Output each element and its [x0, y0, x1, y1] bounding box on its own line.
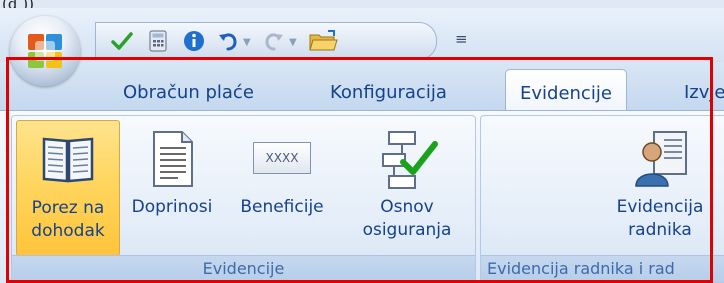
title-bar: ▼ ▼ ≡ — [0, 8, 724, 62]
book-icon — [42, 137, 94, 183]
undo-icon[interactable] — [216, 29, 240, 53]
tab-izvjestaji[interactable]: Izvje — [684, 82, 724, 103]
office-button[interactable] — [10, 16, 80, 86]
xxxx-icon: XXXX — [253, 142, 311, 174]
ribbon-panel: Porez na dohodak Doprinosi XXXX Benefici… — [0, 110, 724, 283]
osnov-osiguranja-button[interactable]: Osnov osiguranja — [346, 120, 468, 254]
redo-icon — [265, 33, 283, 51]
group-evidencija-radnika-label: Evidencija radnika i rad — [481, 255, 724, 282]
tab-evidencije[interactable]: Evidencije — [505, 69, 627, 110]
evidencija-radnika-button[interactable]: Evidencija radnika — [595, 120, 724, 254]
flowchart-check-icon — [382, 131, 438, 189]
redo-dropdown-icon: ▼ — [289, 37, 297, 48]
checkmark-icon[interactable] — [110, 29, 134, 53]
beneficije-label: Beneficije — [240, 197, 324, 217]
open-folder-icon[interactable] — [308, 29, 338, 53]
group-evidencija-radnika: Evidencija radnika Evidencija radnika i … — [480, 115, 724, 283]
osnov-osiguranja-label: Osnov osiguranja — [362, 197, 452, 240]
calculator-icon[interactable] — [146, 29, 170, 53]
office-logo-icon — [28, 34, 62, 68]
group-evidencije: Porez na dohodak Doprinosi XXXX Benefici… — [11, 115, 476, 283]
tab-konfiguracija[interactable]: Konfiguracija — [330, 82, 447, 103]
evidencija-radnika-label: Evidencija radnika — [616, 197, 704, 240]
porez-na-dohodak-button[interactable]: Porez na dohodak — [16, 120, 120, 256]
undo-dropdown-icon[interactable]: ▼ — [243, 37, 251, 48]
employee-record-icon — [635, 131, 687, 187]
tab-obracun-place[interactable]: Obračun plaće — [123, 82, 254, 103]
group-evidencije-label: Evidencije — [12, 255, 475, 282]
doprinosi-button[interactable]: Doprinosi — [124, 120, 220, 254]
doprinosi-label: Doprinosi — [131, 197, 213, 217]
document-icon — [153, 131, 193, 187]
porez-na-dohodak-label: Porez na dohodak — [31, 198, 105, 241]
beneficije-button[interactable]: XXXX Beneficije — [224, 120, 340, 254]
quick-access-toolbar: ▼ ▼ — [95, 22, 437, 60]
info-icon[interactable] — [182, 29, 206, 53]
ribbon-tabs: Obračun plaće Konfiguracija Evidencije I… — [0, 62, 724, 110]
customize-qat-icon[interactable]: ≡ — [455, 30, 468, 48]
